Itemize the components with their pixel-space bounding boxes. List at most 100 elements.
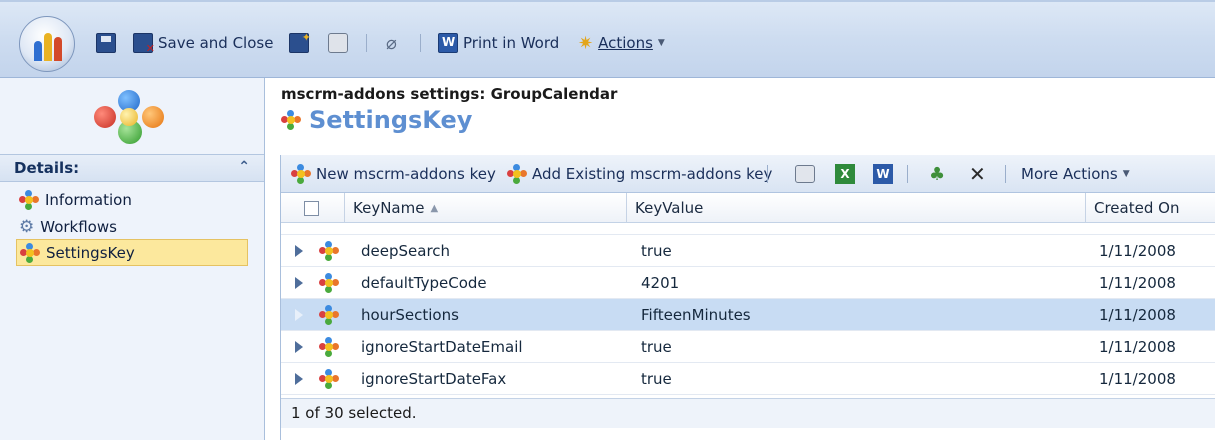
- print-in-word-label: Print in Word: [463, 34, 560, 52]
- sort-ascending-icon: ▲: [430, 202, 439, 214]
- table-row[interactable]: ignoreStartDateEmail true 1/11/2008: [281, 331, 1215, 363]
- cell-keyname: ignoreStartDateFax: [361, 370, 507, 388]
- excel-icon: X: [835, 164, 855, 184]
- cell-keyvalue: true: [641, 370, 672, 388]
- details-label: Details:: [14, 159, 80, 177]
- cell-created-on: 1/11/2008: [1099, 338, 1176, 356]
- gear-icon: [291, 164, 311, 184]
- app-logo[interactable]: [19, 16, 75, 72]
- new-key-button[interactable]: New mscrm-addons key: [291, 163, 496, 185]
- save-button[interactable]: [96, 30, 116, 56]
- toolbar-divider: [767, 163, 768, 185]
- save-new-icon: ✦: [289, 31, 311, 53]
- word-icon: W: [873, 164, 893, 184]
- cell-created-on: 1/11/2008: [1099, 306, 1176, 324]
- gear-icon: [281, 110, 301, 130]
- toolbar-divider: [366, 34, 367, 52]
- add-existing-label: Add Existing mscrm-addons key: [532, 165, 773, 183]
- save-close-icon: ✕: [133, 33, 155, 55]
- print-grid-button[interactable]: [795, 163, 815, 185]
- toolbar-divider: [907, 163, 908, 185]
- column-header-label: Created On: [1094, 199, 1180, 217]
- select-all-checkbox[interactable]: [304, 201, 319, 216]
- export-excel-button[interactable]: X: [835, 163, 855, 185]
- add-existing-key-button[interactable]: Add Existing mscrm-addons key: [507, 163, 772, 185]
- page-title: SettingsKey: [281, 106, 472, 134]
- nav-item-label: Information: [45, 190, 132, 209]
- cell-keyname: hourSections: [361, 306, 459, 324]
- assign-button[interactable]: ♣: [929, 163, 945, 185]
- nav-item-settingskey[interactable]: SettingsKey: [16, 239, 248, 266]
- gear-icon: [319, 337, 339, 357]
- printer-icon: [795, 165, 815, 183]
- nav-item-label: SettingsKey: [46, 243, 135, 262]
- actions-menu[interactable]: ✷ Actions ▼: [578, 30, 665, 56]
- print-in-word-button[interactable]: W Print in Word: [438, 30, 559, 56]
- table-row[interactable]: ignoreStartDateFax true 1/11/2008: [281, 363, 1215, 395]
- delete-button[interactable]: ✕: [969, 162, 986, 186]
- gear-icon: [20, 242, 40, 263]
- table-row-selected[interactable]: hourSections FifteenMinutes 1/11/2008: [281, 299, 1215, 331]
- expand-icon[interactable]: [295, 341, 303, 353]
- cell-created-on: 1/11/2008: [1099, 242, 1176, 260]
- gear-icon: [319, 273, 339, 293]
- close-icon: ✕: [969, 162, 986, 186]
- paperclip-icon: ⌀: [386, 32, 397, 54]
- cell-keyname: deepSearch: [361, 242, 451, 260]
- table-row[interactable]: defaultTypeCode 4201 1/11/2008: [281, 267, 1215, 299]
- table-row[interactable]: deepSearch true 1/11/2008: [281, 235, 1215, 267]
- word-icon: W: [438, 33, 458, 53]
- grid-status: 1 of 30 selected.: [281, 398, 1215, 428]
- left-panel: Details: ⌃ Information ⚙ Workflows Setti…: [0, 78, 265, 440]
- actions-label: Actions: [598, 34, 653, 52]
- save-new-button[interactable]: ✦: [289, 30, 311, 56]
- collapse-icon[interactable]: ⌃: [238, 159, 250, 175]
- mail-merge-button[interactable]: W: [873, 163, 893, 185]
- gear-icon: [319, 241, 339, 261]
- expand-icon[interactable]: [295, 373, 303, 385]
- workflow-icon: ⚙: [19, 216, 35, 237]
- cell-created-on: 1/11/2008: [1099, 274, 1176, 292]
- nav-item-information[interactable]: Information: [16, 186, 248, 213]
- attach-button[interactable]: ⌀: [386, 30, 397, 56]
- nav-item-workflows[interactable]: ⚙ Workflows: [16, 213, 248, 240]
- cell-keyname: defaultTypeCode: [361, 274, 487, 292]
- printer-icon: [328, 33, 348, 53]
- cell-keyvalue: FifteenMinutes: [641, 306, 751, 324]
- column-header-keyname[interactable]: KeyName ▲: [344, 193, 626, 223]
- cell-keyvalue: true: [641, 242, 672, 260]
- column-header-created-on[interactable]: Created On: [1085, 193, 1215, 223]
- print-button[interactable]: [328, 30, 348, 56]
- chevron-down-icon: ▼: [1122, 169, 1130, 179]
- top-toolbar: ✕ Save and Close ✦ ⌀ W Print in Word ✷ A…: [0, 0, 1215, 78]
- cell-keyvalue: 4201: [641, 274, 680, 292]
- expand-icon[interactable]: [295, 309, 303, 321]
- more-actions-menu[interactable]: More Actions ▼: [1021, 163, 1130, 185]
- gear-icon: [319, 305, 339, 325]
- new-key-label: New mscrm-addons key: [316, 165, 496, 183]
- assign-icon: ♣: [929, 163, 946, 185]
- grid-header: KeyName ▲ KeyValue Created On: [281, 193, 1215, 223]
- column-header-keyvalue[interactable]: KeyValue: [626, 193, 1085, 223]
- cell-created-on: 1/11/2008: [1099, 370, 1176, 388]
- toolbar-divider: [420, 34, 421, 52]
- cell-keyname: ignoreStartDateEmail: [361, 338, 523, 356]
- save-and-close-label: Save and Close: [158, 34, 274, 52]
- entity-icon: [90, 90, 170, 146]
- table-row-partial: [281, 223, 1215, 235]
- actions-icon: ✷: [578, 32, 594, 54]
- toolbar-divider: [1005, 163, 1006, 185]
- column-header-label: KeyValue: [635, 199, 704, 217]
- expand-icon[interactable]: [295, 277, 303, 289]
- more-actions-label: More Actions: [1021, 165, 1118, 183]
- cell-keyvalue: true: [641, 338, 672, 356]
- chevron-down-icon: ▼: [657, 38, 665, 48]
- grid-toolbar: New mscrm-addons key Add Existing mscrm-…: [281, 155, 1215, 193]
- column-header-label: KeyName: [353, 199, 425, 217]
- nav-item-label: Workflows: [40, 217, 117, 236]
- save-and-close-button[interactable]: ✕ Save and Close: [133, 30, 273, 56]
- gear-icon: [507, 164, 527, 184]
- gear-icon: [19, 189, 39, 210]
- expand-icon[interactable]: [295, 245, 303, 257]
- details-section-header: Details: ⌃: [0, 154, 264, 182]
